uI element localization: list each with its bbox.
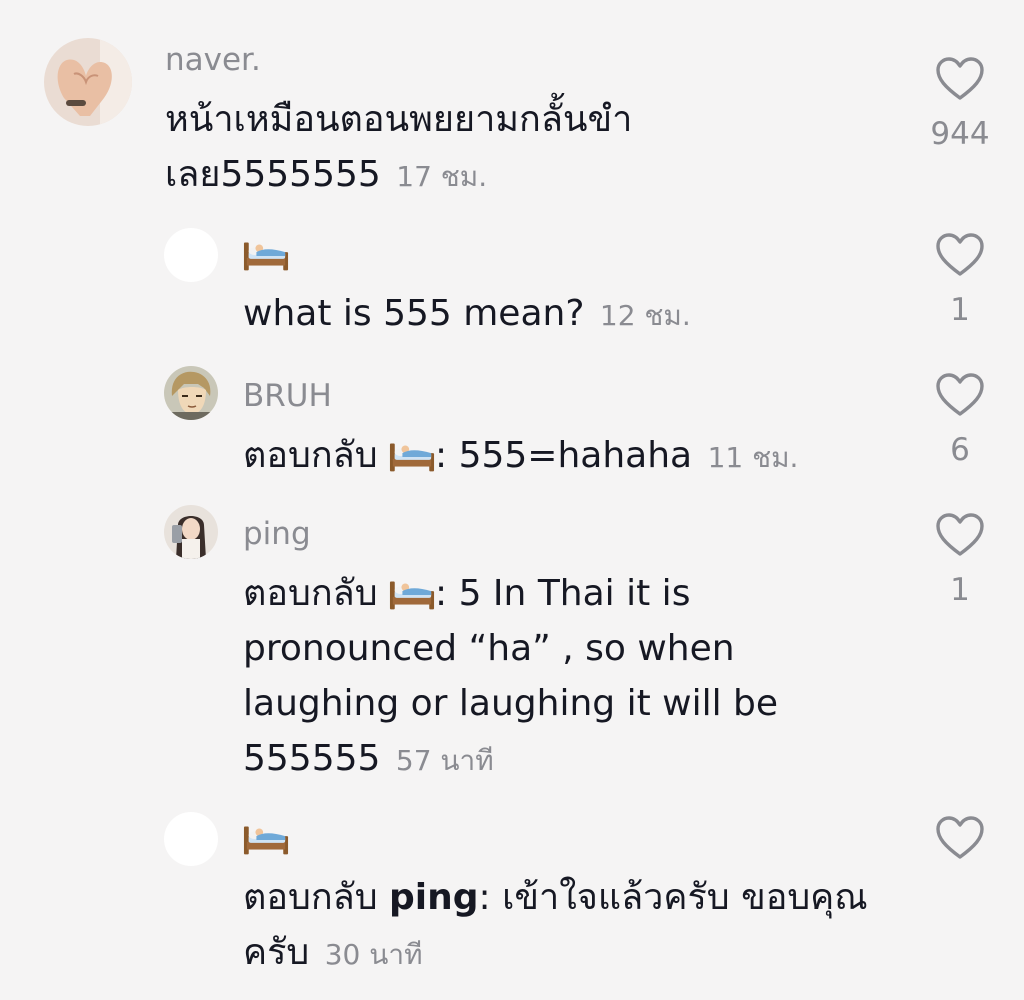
like-button[interactable]: 1 xyxy=(930,232,990,328)
like-count: 6 xyxy=(950,432,970,468)
comment-username[interactable]: ping xyxy=(243,516,311,552)
comment-time: 11 ชม. xyxy=(707,441,799,474)
avatar[interactable] xyxy=(164,366,218,420)
avatar[interactable] xyxy=(164,228,218,282)
bed-emoji-icon[interactable] xyxy=(389,577,435,611)
comment-text: ตอบกลับ ping: เข้าใจแล้วครับ ขอบคุณครับ … xyxy=(243,870,923,982)
comment-time: 12 ชม. xyxy=(599,299,691,332)
bed-emoji-icon[interactable] xyxy=(389,439,435,473)
bed-emoji-icon xyxy=(243,238,289,272)
comment-time: 17 ชม. xyxy=(396,160,488,193)
like-button[interactable]: 1 xyxy=(930,512,990,608)
avatar[interactable] xyxy=(44,38,132,126)
heart-icon xyxy=(935,815,985,861)
comment-text: ตอบกลับ : 555=hahaha 11 ชม. xyxy=(243,428,903,485)
avatar[interactable] xyxy=(164,812,218,866)
avatar[interactable] xyxy=(164,505,218,559)
bed-emoji-icon xyxy=(243,822,289,856)
comment-body: : 555=hahaha xyxy=(435,435,693,476)
reply-prefix: ตอบกลับ xyxy=(243,435,378,476)
comment-username[interactable] xyxy=(243,238,289,274)
comment-time: 57 นาที xyxy=(395,744,494,777)
comment-item: naver. หน้าเหมือนตอนพยยามกลั้นขำเลย55555… xyxy=(0,0,1024,200)
heart-icon xyxy=(935,56,985,102)
like-button[interactable]: 944 xyxy=(930,56,990,152)
heart-icon xyxy=(935,372,985,418)
like-button[interactable] xyxy=(930,815,990,875)
like-button[interactable]: 6 xyxy=(930,372,990,468)
like-count: 944 xyxy=(930,116,990,152)
hands-heart-photo-icon xyxy=(44,38,132,126)
comment-text: what is 555 mean? 12 ชม. xyxy=(243,286,883,343)
heart-icon xyxy=(935,232,985,278)
like-count: 1 xyxy=(950,292,970,328)
reply-prefix: ตอบกลับ xyxy=(243,877,378,918)
comment-username[interactable]: BRUH xyxy=(243,378,332,414)
girl-selfie-photo-icon xyxy=(164,505,218,559)
comment-username[interactable] xyxy=(243,822,289,858)
reply-prefix: ตอบกลับ xyxy=(243,573,378,614)
comment-time: 30 นาที xyxy=(324,938,423,971)
comment-username[interactable]: naver. xyxy=(165,42,261,78)
heart-icon xyxy=(935,512,985,558)
reply-to-username[interactable]: ping xyxy=(389,877,479,918)
comment-text: หน้าเหมือนตอนพยยามกลั้นขำเลย5555555 17 ช… xyxy=(165,92,725,204)
comment-text: ตอบกลับ : 5 In Thai it is pronounced “ha… xyxy=(243,566,823,788)
anime-character-photo-icon xyxy=(164,366,218,420)
like-count: 1 xyxy=(950,572,970,608)
comment-body: what is 555 mean? xyxy=(243,293,585,334)
